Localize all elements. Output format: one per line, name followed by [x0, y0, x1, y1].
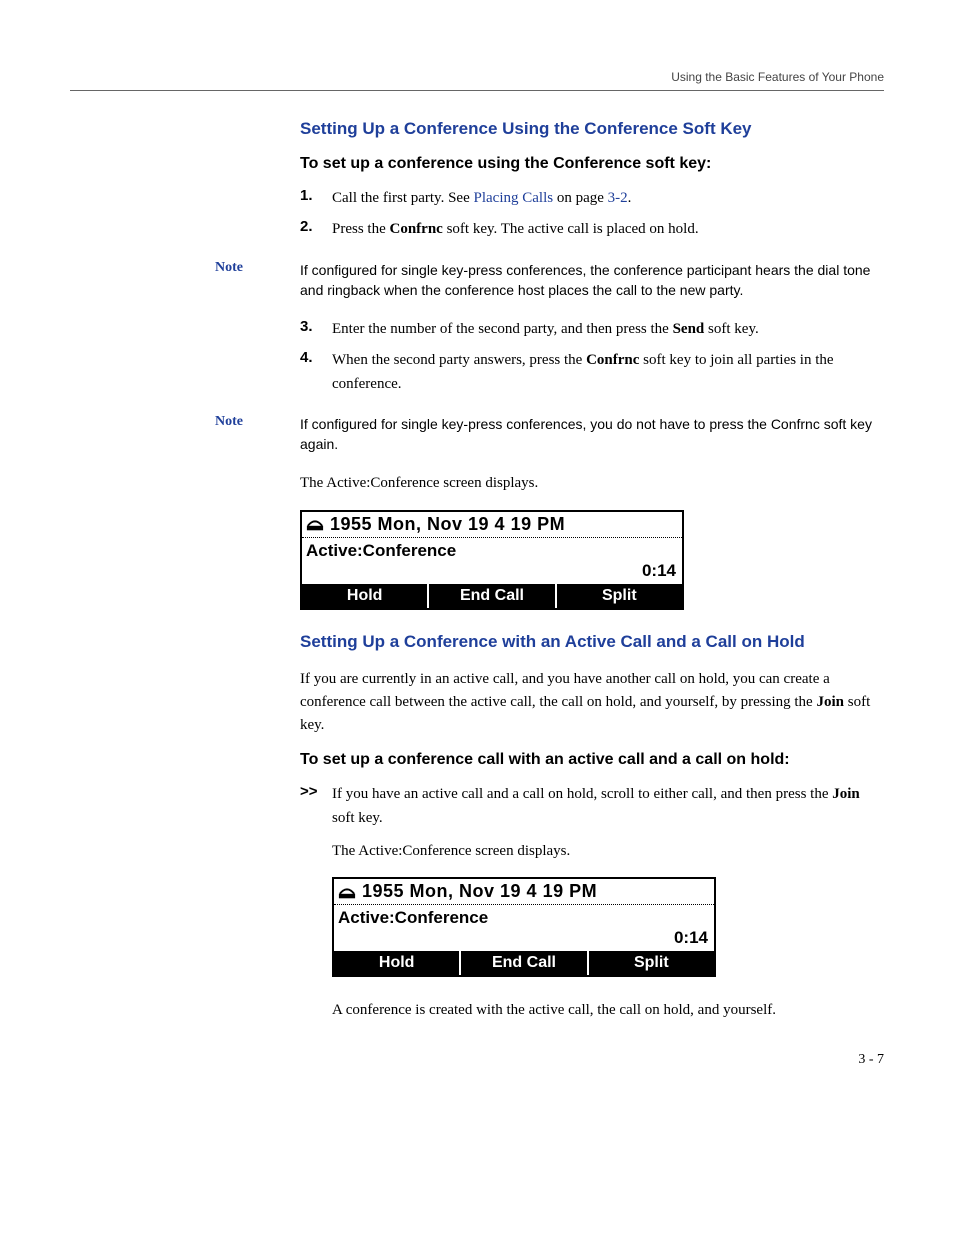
phone-screen: 1955 Mon, Nov 19 4 19 PM Active:Conferen…	[300, 510, 684, 610]
text-fragment: Enter the number of the second party, an…	[332, 321, 673, 337]
softkey-endcall: End Call	[461, 951, 588, 975]
step-number: 2.	[300, 218, 332, 241]
step-text: Press the Confrnc soft key. The active c…	[332, 218, 884, 241]
step-number: 4.	[300, 349, 332, 396]
section-heading: Setting Up a Conference Using the Confer…	[300, 119, 884, 139]
phone-screen: 1955 Mon, Nov 19 4 19 PM Active:Conferen…	[332, 877, 716, 977]
phone-topbar: 1955 Mon, Nov 19 4 19 PM	[302, 512, 682, 538]
result-text: The Active:Conference screen displays.	[300, 472, 884, 495]
step-text: If you have an active call and a call on…	[332, 783, 884, 830]
text-fragment: Press the	[332, 221, 390, 237]
procedure-list: 3. Enter the number of the second party,…	[300, 318, 884, 396]
arrow-step: >> If you have an active call and a call…	[300, 783, 884, 830]
step-number: 1.	[300, 187, 332, 210]
procedure-heading: To set up a conference call with an acti…	[300, 751, 884, 769]
phone-status-line: Active:Conference	[302, 538, 682, 561]
note-label: Note	[215, 260, 300, 301]
cross-reference-link[interactable]: Placing Calls	[474, 190, 554, 206]
step-number: 3.	[300, 318, 332, 341]
text-fragment: .	[628, 190, 632, 206]
step-item: 4. When the second party answers, press …	[300, 349, 884, 396]
softkey-name: Join	[832, 786, 860, 802]
softkey-name: Confrnc	[390, 221, 443, 237]
softkey-hold: Hold	[302, 584, 429, 608]
phone-handset-icon	[338, 884, 356, 900]
step-text: Enter the number of the second party, an…	[332, 318, 884, 341]
phone-datetime: 1955 Mon, Nov 19 4 19 PM	[362, 881, 597, 902]
softkey-name: Join	[816, 694, 844, 710]
content-area: Setting Up a Conference Using the Confer…	[300, 119, 884, 1022]
header-rule	[70, 90, 884, 91]
step-text: Call the first party. See Placing Calls …	[332, 187, 884, 210]
note-block: Note If configured for single key-press …	[215, 414, 884, 455]
phone-status-line: Active:Conference	[334, 905, 714, 928]
step-item: 1. Call the first party. See Placing Cal…	[300, 187, 884, 210]
page: Using the Basic Features of Your Phone S…	[0, 0, 954, 1108]
closing-text: A conference is created with the active …	[332, 999, 884, 1022]
text-fragment: When the second party answers, press the	[332, 352, 586, 368]
note-block: Note If configured for single key-press …	[215, 260, 884, 301]
text-fragment: If you are currently in an active call, …	[300, 671, 830, 710]
phone-call-timer: 0:14	[302, 561, 682, 584]
softkey-hold: Hold	[334, 951, 461, 975]
softkey-split: Split	[557, 584, 682, 608]
phone-call-timer: 0:14	[334, 928, 714, 951]
section-heading: Setting Up a Conference with an Active C…	[300, 632, 884, 652]
text-fragment: soft key.	[704, 321, 758, 337]
step-item: 2. Press the Confrnc soft key. The activ…	[300, 218, 884, 241]
running-header: Using the Basic Features of Your Phone	[70, 70, 884, 84]
phone-handset-icon	[306, 516, 324, 532]
note-text: If configured for single key-press confe…	[300, 260, 884, 301]
step-arrow-icon: >>	[300, 783, 332, 830]
phone-topbar: 1955 Mon, Nov 19 4 19 PM	[334, 879, 714, 905]
phone-softkey-bar: Hold End Call Split	[334, 951, 714, 975]
page-number: 3 - 7	[70, 1052, 884, 1068]
note-text: If configured for single key-press confe…	[300, 414, 884, 455]
result-text: The Active:Conference screen displays.	[332, 840, 884, 863]
page-reference-link[interactable]: 3-2	[608, 190, 628, 206]
note-label: Note	[215, 414, 300, 455]
phone-softkey-bar: Hold End Call Split	[302, 584, 682, 608]
procedure-heading: To set up a conference using the Confere…	[300, 155, 884, 173]
text-fragment: soft key. The active call is placed on h…	[443, 221, 699, 237]
text-fragment: If you have an active call and a call on…	[332, 786, 832, 802]
softkey-name: Confrnc	[586, 352, 639, 368]
softkey-name: Send	[673, 321, 705, 337]
body-paragraph: If you are currently in an active call, …	[300, 668, 884, 738]
softkey-split: Split	[589, 951, 714, 975]
softkey-endcall: End Call	[429, 584, 556, 608]
text-fragment: on page	[553, 190, 608, 206]
text-fragment: Call the first party. See	[332, 190, 474, 206]
step-text: When the second party answers, press the…	[332, 349, 884, 396]
procedure-list: 1. Call the first party. See Placing Cal…	[300, 187, 884, 242]
step-item: 3. Enter the number of the second party,…	[300, 318, 884, 341]
running-title: Using the Basic Features of Your Phone	[671, 70, 884, 84]
text-fragment: soft key.	[332, 810, 383, 826]
phone-datetime: 1955 Mon, Nov 19 4 19 PM	[330, 514, 565, 535]
